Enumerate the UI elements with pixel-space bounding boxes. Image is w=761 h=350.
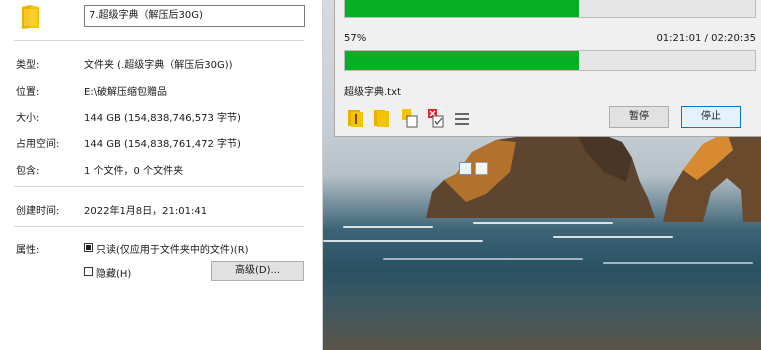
type-value: 文件夹 (.超级字典（解压后30G)) — [84, 60, 233, 71]
folder-icon[interactable] — [373, 108, 391, 128]
created-label: 创建时间: — [16, 206, 60, 217]
type-label: 类型: — [16, 60, 40, 71]
created-value: 2022年1月8日，21:01:41 — [84, 206, 208, 217]
attributes-label: 属性: — [16, 245, 40, 256]
large-icons-view-icon[interactable] — [475, 162, 488, 175]
progress-percent: 57% — [344, 33, 367, 44]
elapsed-remaining-time: 01:21:01 / 02:20:35 — [656, 33, 756, 44]
pause-button[interactable]: 暂停 — [609, 106, 669, 128]
folder-icon — [22, 5, 39, 29]
folder-name-input[interactable]: 7.超级字典（解压后30G) — [84, 5, 305, 27]
location-value: E:\破解压缩包赠品 — [84, 87, 168, 98]
total-progress-bar — [344, 0, 756, 18]
extraction-progress-dialog: 57% 01:21:01 / 02:20:35 超级字典.txt 暂停 停止 — [334, 0, 761, 137]
menu-icon[interactable] — [453, 108, 471, 128]
hidden-checkbox[interactable] — [84, 267, 93, 276]
details-view-icon[interactable] — [459, 162, 472, 175]
properties-dialog: 7.超级字典（解压后30G) 类型: 文件夹 (.超级字典（解压后30G)) 位… — [0, 0, 323, 350]
rock-arch-left — [426, 132, 655, 218]
stop-button[interactable]: 停止 — [681, 106, 741, 128]
size-value: 144 GB (154,838,746,573 字节) — [84, 113, 241, 124]
rock-arch-right — [663, 130, 761, 222]
open-folder-icon[interactable] — [347, 108, 365, 128]
advanced-button[interactable]: 高级(D)... — [211, 261, 304, 281]
file-progress-fill — [345, 51, 579, 70]
size-label: 大小: — [16, 113, 40, 124]
file-progress-bar — [344, 50, 756, 71]
location-label: 位置: — [16, 87, 40, 98]
divider — [14, 186, 304, 187]
contains-label: 包含: — [16, 166, 40, 177]
readonly-checkbox[interactable] — [84, 243, 93, 252]
current-file-name: 超级字典.txt — [344, 87, 401, 98]
total-progress-fill — [345, 0, 579, 17]
contains-value: 1 个文件，0 个文件夹 — [84, 166, 184, 177]
disk-size-value: 144 GB (154,838,761,472 字节) — [84, 139, 241, 150]
delete-check-icon[interactable] — [427, 108, 445, 128]
readonly-label: 只读(仅应用于文件夹中的文件)(R) — [96, 245, 249, 256]
disk-size-label: 占用空间: — [16, 139, 60, 150]
hidden-label: 隐藏(H) — [96, 269, 132, 280]
copy-icon[interactable] — [401, 108, 419, 128]
divider — [14, 40, 304, 41]
divider — [14, 226, 304, 227]
